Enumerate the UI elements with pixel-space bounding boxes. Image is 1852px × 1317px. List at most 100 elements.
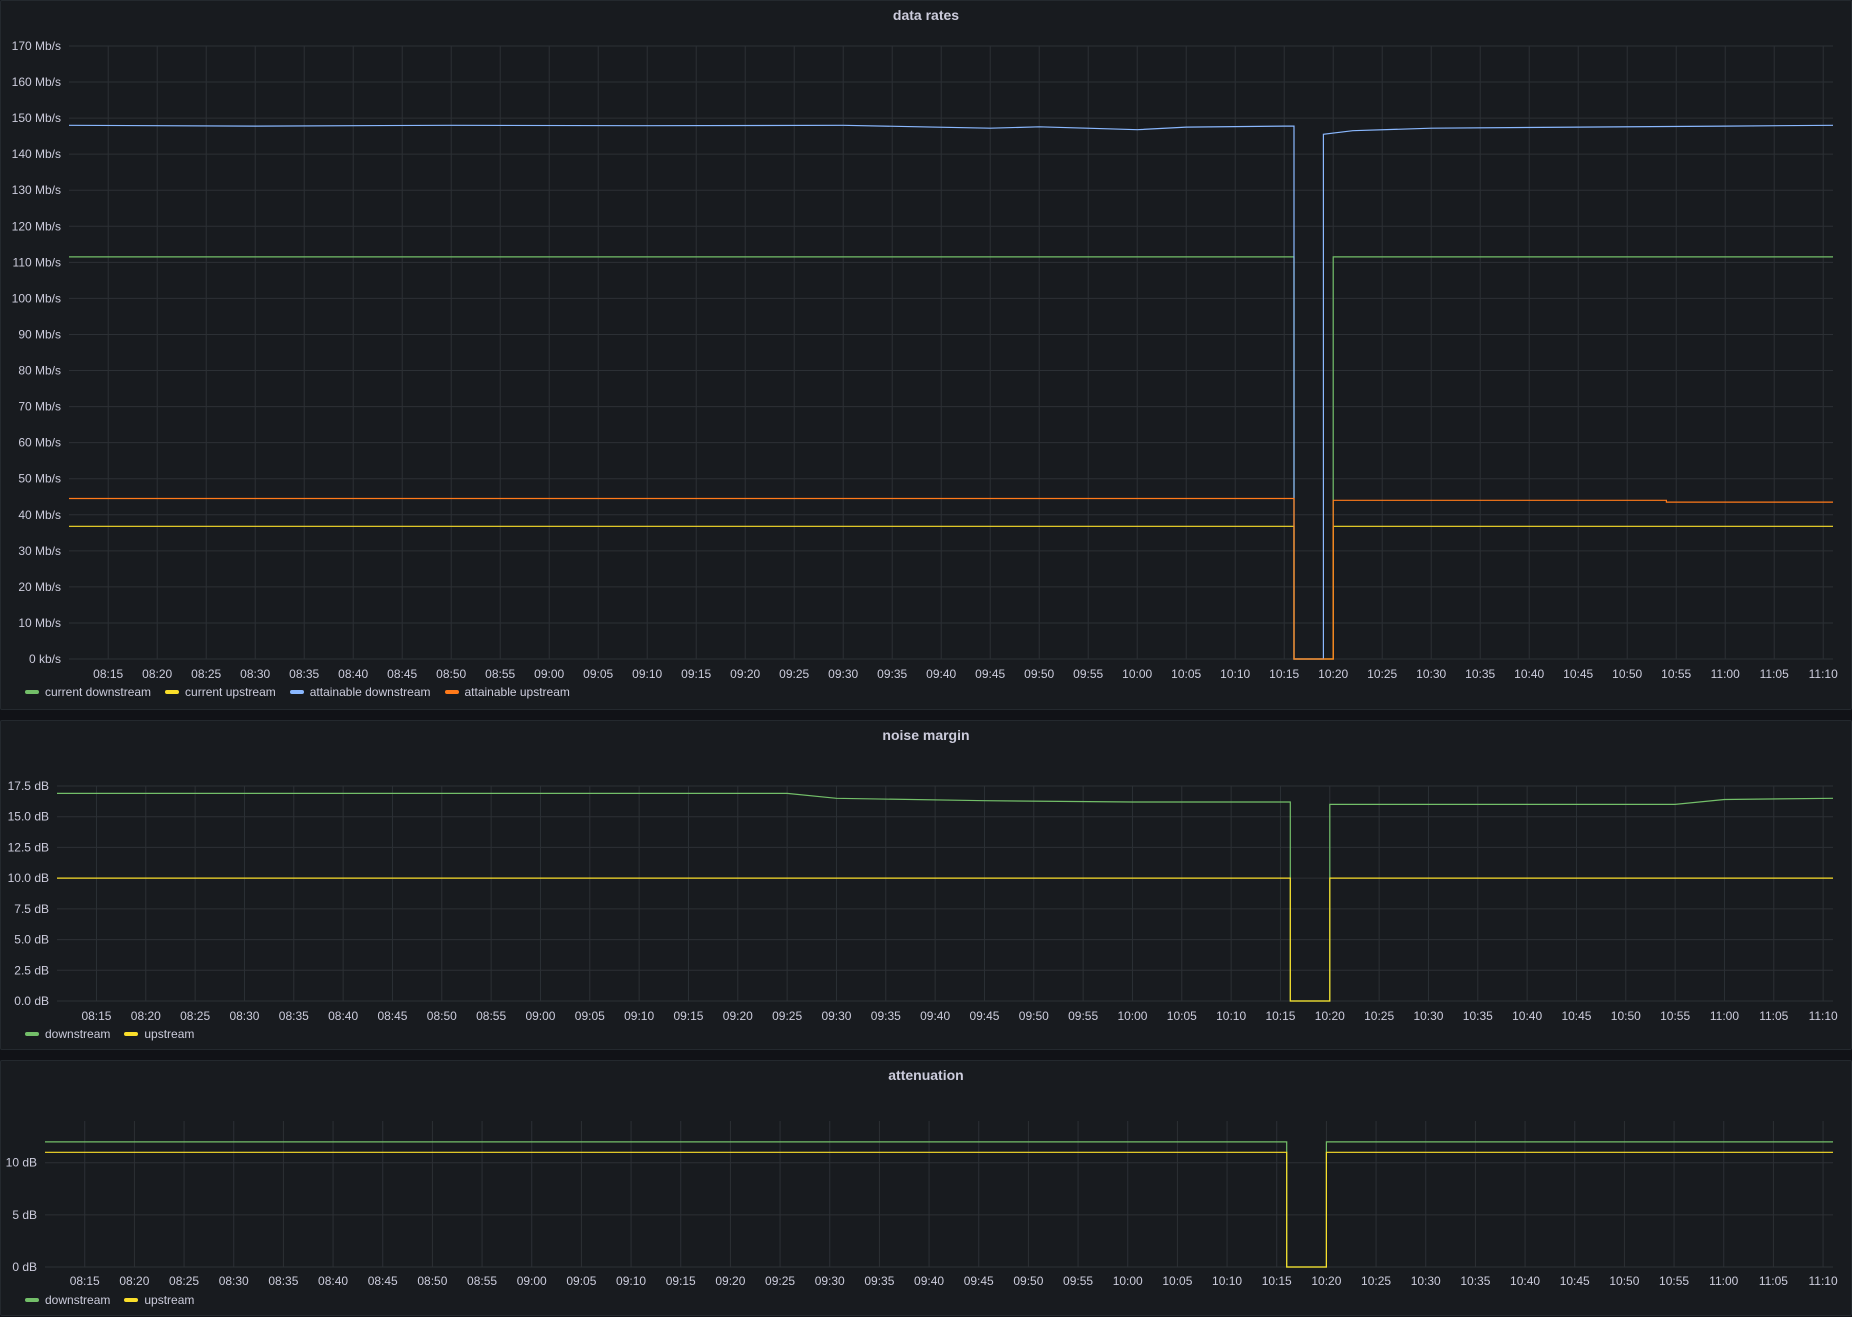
x-tick-label: 08:25 [169, 1274, 199, 1288]
noise-margin-panel: noise margin 0.0 dB 2.5 dB 5.0 dB 7.5 dB 10.… [0, 720, 1852, 1050]
x-tick-label: 08:15 [70, 1274, 100, 1288]
x-tick-label: 08:35 [268, 1274, 298, 1288]
x-tick-label: 09:50 [1024, 667, 1054, 681]
x-tick-label: 08:25 [191, 667, 221, 681]
x-tick-label: 10:20 [1315, 1009, 1345, 1023]
x-tick-label: 09:25 [779, 667, 809, 681]
series-line-current-downstream[interactable] [69, 256, 1833, 660]
x-tick-label: 10:05 [1171, 667, 1201, 681]
x-tick-label: 11:10 [1808, 1274, 1837, 1288]
legend-item[interactable]: downstream [25, 1293, 110, 1307]
legend-item[interactable]: current upstream [165, 685, 276, 699]
x-tick-label: 10:00 [1117, 1009, 1147, 1023]
x-tick-label: 09:40 [920, 1009, 950, 1023]
y-tick-label: 150 Mb/s [12, 111, 61, 125]
x-tick-label: 09:05 [566, 1274, 596, 1288]
series-line-attainable-downstream[interactable] [68, 124, 1834, 660]
x-tick-label: 10:55 [1660, 1009, 1690, 1023]
x-tick-label: 10:25 [1367, 667, 1397, 681]
x-tick-label: 09:15 [666, 1274, 696, 1288]
y-tick-label: 5 dB [12, 1208, 37, 1222]
y-tick-label: 10.0 dB [8, 871, 49, 885]
legend-swatch [444, 690, 459, 694]
y-tick-label: 130 Mb/s [12, 183, 61, 197]
legend: downstream upstream [25, 1293, 194, 1307]
x-tick-label: 10:45 [1560, 1274, 1590, 1288]
x-tick-label: 09:10 [624, 1009, 654, 1023]
x-tick-label: 08:40 [318, 1274, 348, 1288]
y-tick-label: 90 Mb/s [18, 327, 61, 341]
x-tick-label: 08:40 [328, 1009, 358, 1023]
x-tick-label: 10:45 [1563, 667, 1593, 681]
legend-swatch [25, 1298, 39, 1302]
x-tick-label: 11:00 [1711, 667, 1740, 681]
x-tick-label: 11:10 [1809, 667, 1838, 681]
x-tick-label: 09:00 [517, 1274, 547, 1288]
attenuation-chart[interactable]: 0 dB 5 dB 10 dB 08:15 08:20 08:25 08:30 08:35 08… [1, 1061, 1852, 1317]
y-tick-label: 15.0 dB [8, 810, 49, 824]
legend-item[interactable]: downstream [25, 1027, 110, 1041]
legend-swatch [124, 1032, 139, 1036]
y-tick-label: 60 Mb/s [18, 436, 61, 450]
x-tick-label: 09:55 [1068, 1009, 1098, 1023]
x-tick-label: 09:35 [864, 1274, 894, 1288]
x-tick-label: 09:45 [975, 667, 1005, 681]
x-tick-label: 11:05 [1759, 1274, 1788, 1288]
x-tick-label: 08:55 [485, 667, 515, 681]
x-tick-label: 10:25 [1364, 1009, 1394, 1023]
y-tick-label: 50 Mb/s [18, 472, 61, 486]
y-tick-label: 5.0 dB [14, 933, 49, 947]
y-tick-label: 0 dB [12, 1260, 37, 1274]
y-tick-label: 0.0 dB [14, 994, 49, 1008]
y-tick-label: 12.5 dB [8, 840, 49, 854]
series-line-downstream[interactable] [45, 1141, 1833, 1268]
x-tick-label: 09:20 [730, 667, 760, 681]
x-tick-label: 10:05 [1167, 1009, 1197, 1023]
y-tick-label: 17.5 dB [8, 779, 49, 793]
x-tick-label: 09:55 [1063, 1274, 1093, 1288]
x-tick-label: 10:00 [1113, 1274, 1143, 1288]
x-tick-label: 08:45 [377, 1009, 407, 1023]
series-line-upstream[interactable] [45, 1151, 1833, 1268]
legend-item[interactable]: current downstream [25, 685, 151, 699]
x-tick-label: 10:35 [1460, 1274, 1490, 1288]
x-tick-label: 08:45 [387, 667, 417, 681]
x-tick-label: 09:10 [632, 667, 662, 681]
legend-item[interactable]: attainable downstream [289, 685, 431, 699]
y-tick-label: 110 Mb/s [13, 255, 61, 269]
x-tick-label: 11:05 [1760, 667, 1789, 681]
data-rates-chart[interactable]: 0 kb/s 10 Mb/s 20 Mb/s 30 Mb/s 40 Mb/s 50 Mb/… [1, 1, 1852, 711]
x-tick-label: 11:05 [1759, 1009, 1788, 1023]
x-tick-label: 08:30 [240, 667, 270, 681]
x-tick-label: 10:55 [1661, 667, 1691, 681]
x-tick-label: 10:40 [1510, 1274, 1540, 1288]
y-tick-label: 10 dB [6, 1156, 37, 1170]
x-tick-label: 10:55 [1659, 1274, 1689, 1288]
noise-margin-chart[interactable]: 0.0 dB 2.5 dB 5.0 dB 7.5 dB 10.0 dB 12.5 dB 15… [1, 721, 1852, 1051]
series-line-current-upstream[interactable] [69, 525, 1833, 660]
x-tick-label: 11:00 [1710, 1009, 1739, 1023]
legend-item[interactable]: attainable upstream [444, 685, 570, 699]
x-tick-label: 09:25 [772, 1009, 802, 1023]
legend: current downstream current upstream attain… [25, 685, 570, 699]
x-tick-label: 09:20 [723, 1009, 753, 1023]
legend-label: upstream [144, 1027, 195, 1041]
series-line-attainable-upstream[interactable] [69, 497, 1833, 660]
x-tick-label: 08:30 [219, 1274, 249, 1288]
x-tick-label: 10:35 [1465, 667, 1495, 681]
legend-item[interactable]: upstream [124, 1027, 194, 1041]
legend-item[interactable]: upstream [124, 1293, 194, 1307]
x-tick-label: 08:55 [476, 1009, 506, 1023]
x-tick-label: 10:50 [1609, 1274, 1639, 1288]
x-tick-label: 09:00 [525, 1009, 555, 1023]
x-tick-label: 10:40 [1514, 667, 1544, 681]
x-tick-label: 10:30 [1411, 1274, 1441, 1288]
x-tick-label: 09:30 [815, 1274, 845, 1288]
legend-label: upstream [144, 1293, 195, 1307]
x-tick-label: 08:15 [81, 1009, 111, 1023]
x-tick-label: 08:50 [417, 1274, 447, 1288]
x-tick-label: 08:20 [119, 1274, 149, 1288]
x-tick-label: 10:45 [1561, 1009, 1591, 1023]
x-tick-label: 08:45 [368, 1274, 398, 1288]
x-tick-label: 08:35 [279, 1009, 309, 1023]
